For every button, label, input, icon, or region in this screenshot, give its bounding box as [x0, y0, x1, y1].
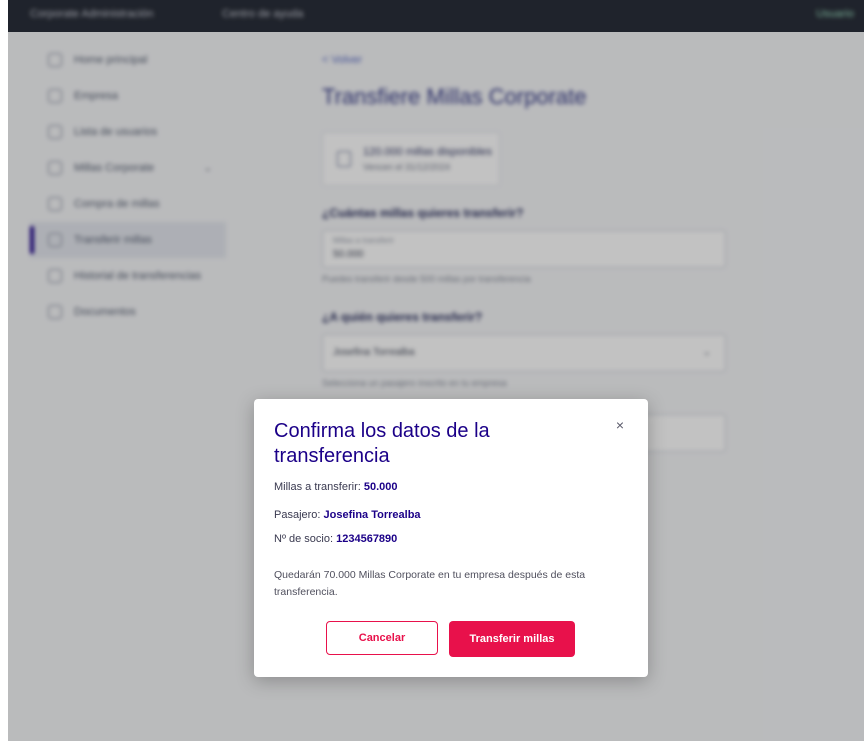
close-icon[interactable]: ×: [612, 417, 628, 433]
detail-miles-label: Millas a transferir:: [274, 481, 364, 493]
detail-passenger: Pasajero: Josefina Torrealba: [274, 509, 421, 521]
detail-passenger-label: Pasajero:: [274, 509, 324, 521]
detail-passenger-value: Josefina Torrealba: [323, 509, 421, 521]
detail-member-label: Nº de socio:: [274, 533, 337, 545]
confirm-transfer-modal: Confirma los datos de la transferencia ×…: [254, 399, 648, 677]
detail-member-value: 1234567890: [336, 533, 398, 545]
cancel-button[interactable]: Cancelar: [326, 621, 438, 655]
modal-title: Confirma los datos de la transferencia: [274, 420, 490, 467]
transfer-miles-button[interactable]: Transferir millas: [449, 621, 575, 657]
detail-miles-value: 50.000: [363, 481, 398, 493]
remaining-miles-note: Quedarán 70.000 Millas Corporate en tu e…: [274, 569, 586, 598]
detail-member: Nº de socio: 1234567890: [274, 533, 397, 545]
detail-miles: Millas a transferir: 50.000: [274, 481, 398, 493]
